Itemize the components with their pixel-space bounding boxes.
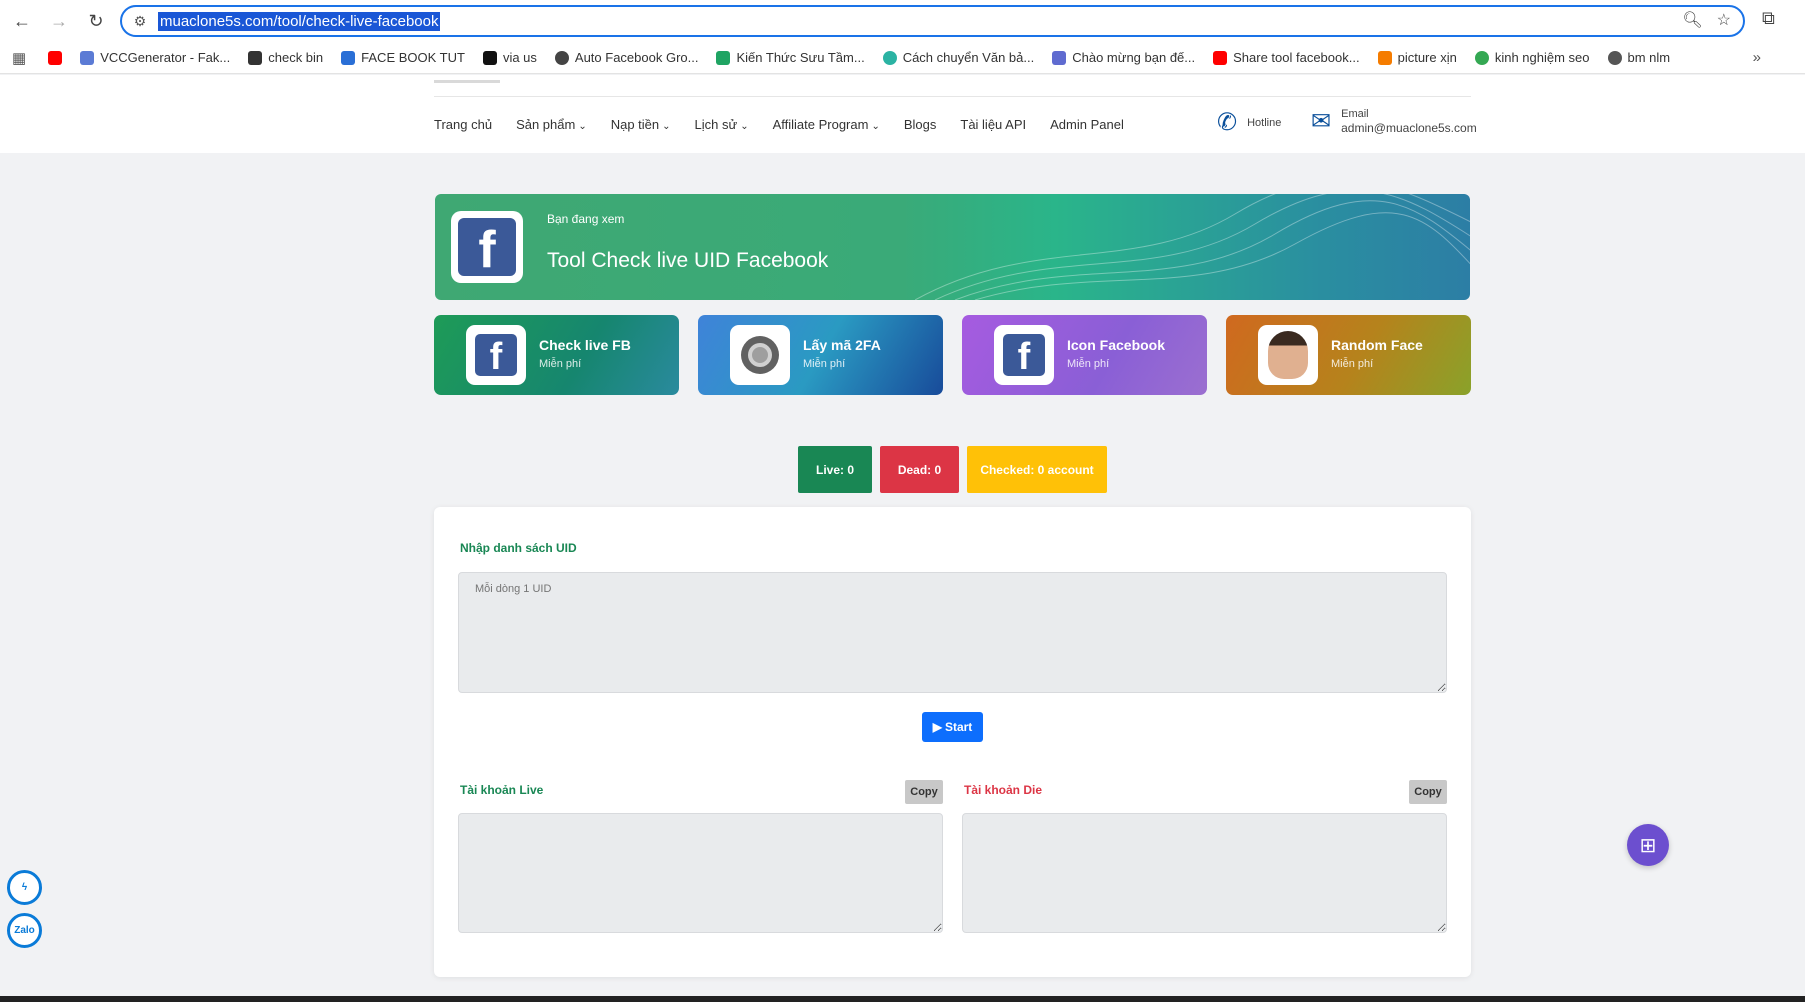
die-accounts-output[interactable]	[962, 813, 1447, 933]
menu-item-home[interactable]: Trang chủ	[434, 117, 492, 132]
facebook-icon: f	[1003, 334, 1045, 376]
header-divider	[434, 96, 1471, 97]
bookmark-item[interactable]: FACE BOOK TUT	[341, 50, 465, 65]
zalo-button[interactable]: Zalo	[7, 913, 42, 948]
plus-square-icon: ⊞	[1639, 834, 1657, 857]
checker-panel: Nhập danh sách UID ▶ Start Tài khoản Liv…	[434, 507, 1471, 977]
page-banner: f Bạn đang xem Tool Check live UID Faceb…	[435, 194, 1470, 300]
tool-card-2fa[interactable]: Lấy mã 2FA Miễn phí	[698, 315, 943, 395]
facebook-logo: f	[451, 211, 523, 283]
menu-item-admin[interactable]: Admin Panel	[1050, 117, 1124, 132]
copy-live-button[interactable]: Copy	[905, 780, 943, 804]
bookmark-favicon-icon	[248, 50, 263, 65]
browser-toolbar: ← → ↻ ⚙ muaclone5s.com/tool/check-live-f…	[0, 0, 1805, 42]
bookmark-item[interactable]: kinh nghiệm seo	[1474, 50, 1590, 65]
chevron-down-icon: ⌄	[871, 121, 880, 132]
mail-icon: ✉	[1311, 108, 1332, 135]
bookmark-item[interactable]	[48, 50, 63, 65]
menu-item-affiliate[interactable]: Affiliate Program ⌄	[773, 117, 880, 132]
bookmark-item[interactable]: Cách chuyển Văn bả...	[882, 50, 1034, 65]
authenticator-icon	[741, 336, 779, 374]
checked-count-badge: Checked: 0 account	[967, 446, 1107, 493]
facebook-icon: f	[458, 218, 516, 276]
email-contact[interactable]: ✉ Email admin@muaclone5s.com	[1311, 107, 1477, 136]
youtube-icon	[48, 50, 63, 65]
face-icon	[1268, 331, 1308, 379]
menu-item-blogs[interactable]: Blogs	[904, 117, 937, 132]
bookmark-star-icon[interactable]: ☆	[1717, 10, 1731, 30]
back-icon[interactable]: ←	[7, 6, 37, 36]
drive-icon	[716, 50, 731, 65]
more-bookmarks-icon[interactable]: »	[1753, 49, 1761, 66]
bookmarks-bar: ▦ VCCGenerator - Fak... check bin FACE B…	[0, 42, 1805, 74]
zalo-icon: Zalo	[14, 925, 35, 936]
globe-icon	[1607, 50, 1622, 65]
banner-subtitle: Bạn đang xem	[547, 212, 625, 226]
messenger-icon: ϟ	[21, 882, 28, 893]
bookmark-item[interactable]: Chào mừng bạn đế...	[1052, 50, 1195, 65]
tool-card-random-face[interactable]: Random Face Miễn phí	[1226, 315, 1471, 395]
menu-item-deposit[interactable]: Nạp tiền ⌄	[611, 117, 671, 132]
bookmark-favicon-icon	[80, 50, 95, 65]
chevron-down-icon: ⌄	[662, 121, 671, 132]
youtube-icon	[1213, 50, 1228, 65]
live-accounts-label: Tài khoản Live	[460, 783, 544, 797]
bookmark-item[interactable]: picture xịn	[1377, 50, 1457, 65]
menu-item-products[interactable]: Sản phẩm ⌄	[516, 117, 587, 132]
header-divider	[434, 80, 500, 83]
chevron-down-icon: ⌄	[578, 121, 587, 132]
floating-add-button[interactable]: ⊞	[1627, 824, 1669, 866]
address-bar[interactable]: ⚙ muaclone5s.com/tool/check-live-faceboo…	[120, 5, 1745, 37]
hotline[interactable]: ✆ Hotline	[1217, 108, 1281, 137]
bookmark-item[interactable]: VCCGenerator - Fak...	[80, 50, 230, 65]
bookmark-favicon-icon	[1052, 50, 1067, 65]
main-menu: Trang chủ Sản phẩm ⌄ Nạp tiền ⌄ Lịch sử ⌄ A…	[434, 117, 1124, 132]
apps-grid-icon[interactable]: ▦	[12, 49, 26, 67]
live-accounts-output[interactable]	[458, 813, 943, 933]
phone-icon: ✆	[1217, 109, 1238, 136]
uid-input[interactable]	[458, 572, 1447, 693]
play-icon: ▶	[932, 720, 942, 734]
dead-count-badge: Dead: 0	[880, 446, 959, 493]
tool-card-check-live[interactable]: f Check live FB Miễn phí	[434, 315, 679, 395]
facebook-icon: f	[475, 334, 517, 376]
chevron-down-icon: ⌄	[740, 121, 749, 132]
site-settings-icon[interactable]: ⚙	[122, 13, 158, 30]
start-button[interactable]: ▶ Start	[922, 712, 983, 742]
live-count-badge: Live: 0	[798, 446, 872, 493]
x-icon	[482, 50, 497, 65]
bookmark-favicon-icon	[882, 50, 897, 65]
bookmark-favicon-icon	[341, 50, 356, 65]
menu-item-api-docs[interactable]: Tài liệu API	[960, 117, 1026, 132]
bookmark-favicon-icon	[1474, 50, 1489, 65]
messenger-button[interactable]: ϟ	[7, 870, 42, 905]
forward-icon[interactable]: →	[44, 6, 74, 36]
bookmark-item[interactable]: via us	[482, 50, 537, 65]
copy-die-button[interactable]: Copy	[1409, 780, 1447, 804]
taskbar-edge	[0, 996, 1805, 1002]
bookmark-item[interactable]: Share tool facebook...	[1213, 50, 1360, 65]
bookmark-favicon-icon	[554, 50, 569, 65]
reload-icon[interactable]: ↻	[81, 6, 111, 36]
extensions-icon[interactable]: ⧉	[1762, 8, 1775, 29]
url-text[interactable]: muaclone5s.com/tool/check-live-facebook	[158, 11, 441, 31]
page-title: Tool Check live UID Facebook	[547, 249, 829, 272]
site-header: Trang chủ Sản phẩm ⌄ Nạp tiền ⌄ Lịch sử ⌄ A…	[0, 75, 1805, 153]
blogger-icon	[1377, 50, 1392, 65]
bookmark-item[interactable]: bm nlm	[1607, 50, 1670, 65]
die-accounts-label: Tài khoản Die	[964, 783, 1043, 797]
bookmark-item[interactable]: Auto Facebook Gro...	[554, 50, 698, 65]
tool-card-icon-facebook[interactable]: f Icon Facebook Miễn phí	[962, 315, 1207, 395]
zoom-icon[interactable]: 🔍︎	[1682, 10, 1702, 30]
uid-list-label: Nhập danh sách UID	[460, 541, 577, 555]
wave-decoration	[915, 194, 1470, 300]
bookmark-item[interactable]: Kiến Thức Sưu Tầm...	[716, 50, 865, 65]
menu-item-history[interactable]: Lịch sử ⌄	[695, 117, 749, 132]
bookmark-item[interactable]: check bin	[248, 50, 323, 65]
